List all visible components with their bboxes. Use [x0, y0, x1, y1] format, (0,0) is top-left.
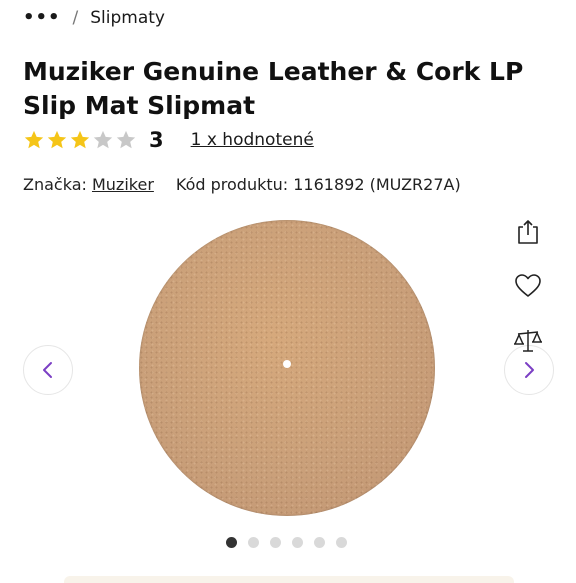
gallery-dot[interactable] — [314, 537, 325, 548]
rating-stars — [23, 129, 137, 151]
compare-button[interactable] — [510, 322, 546, 358]
gallery-prev-button[interactable] — [23, 345, 73, 395]
wishlist-button[interactable] — [510, 268, 546, 304]
product-code-value: 1161892 (MUZR27A) — [293, 175, 461, 194]
star-empty-icon — [93, 130, 113, 149]
share-icon — [518, 220, 538, 244]
brand-info: Značka: Muziker — [23, 175, 154, 194]
star-filled-icon — [70, 130, 90, 149]
gallery-dot[interactable] — [248, 537, 259, 548]
reviews-link[interactable]: 1 x hodnotené — [191, 130, 314, 150]
gallery-dot[interactable] — [226, 537, 237, 548]
gallery-dot[interactable] — [292, 537, 303, 548]
star-filled-icon — [47, 130, 67, 149]
gallery-dot[interactable] — [270, 537, 281, 548]
rating-row: 3 1 x hodnotené — [23, 128, 314, 152]
star-filled-icon — [24, 130, 44, 149]
brand-link[interactable]: Muziker — [92, 175, 154, 194]
product-meta: Značka: Muziker Kód produktu: 1161892 (M… — [23, 175, 461, 194]
breadcrumb-separator: / — [72, 8, 79, 28]
breadcrumb-current[interactable]: Slipmaty — [90, 8, 165, 28]
chevron-right-icon — [525, 362, 534, 378]
gallery-dot[interactable] — [336, 537, 347, 548]
star-empty-icon — [116, 130, 136, 149]
spindle-hole — [283, 360, 291, 368]
brand-label: Značka: — [23, 175, 87, 194]
bottom-panel-edge — [64, 576, 514, 583]
product-title: Muziker Genuine Leather & Cork LP Slip M… — [23, 57, 524, 120]
rating-value: 3 — [149, 128, 164, 152]
gallery-pagination — [226, 537, 347, 548]
compare-scale-icon — [514, 330, 542, 352]
product-code: Kód produktu: 1161892 (MUZR27A) — [176, 175, 461, 194]
heart-icon — [515, 274, 541, 297]
breadcrumb: ••• / Slipmaty — [23, 8, 165, 28]
product-image[interactable] — [139, 220, 437, 518]
cork-slipmat-image — [139, 220, 435, 516]
chevron-left-icon — [43, 362, 52, 378]
breadcrumb-more[interactable]: ••• — [23, 9, 61, 27]
product-code-label: Kód produktu: — [175, 175, 289, 194]
share-button[interactable] — [510, 214, 546, 250]
